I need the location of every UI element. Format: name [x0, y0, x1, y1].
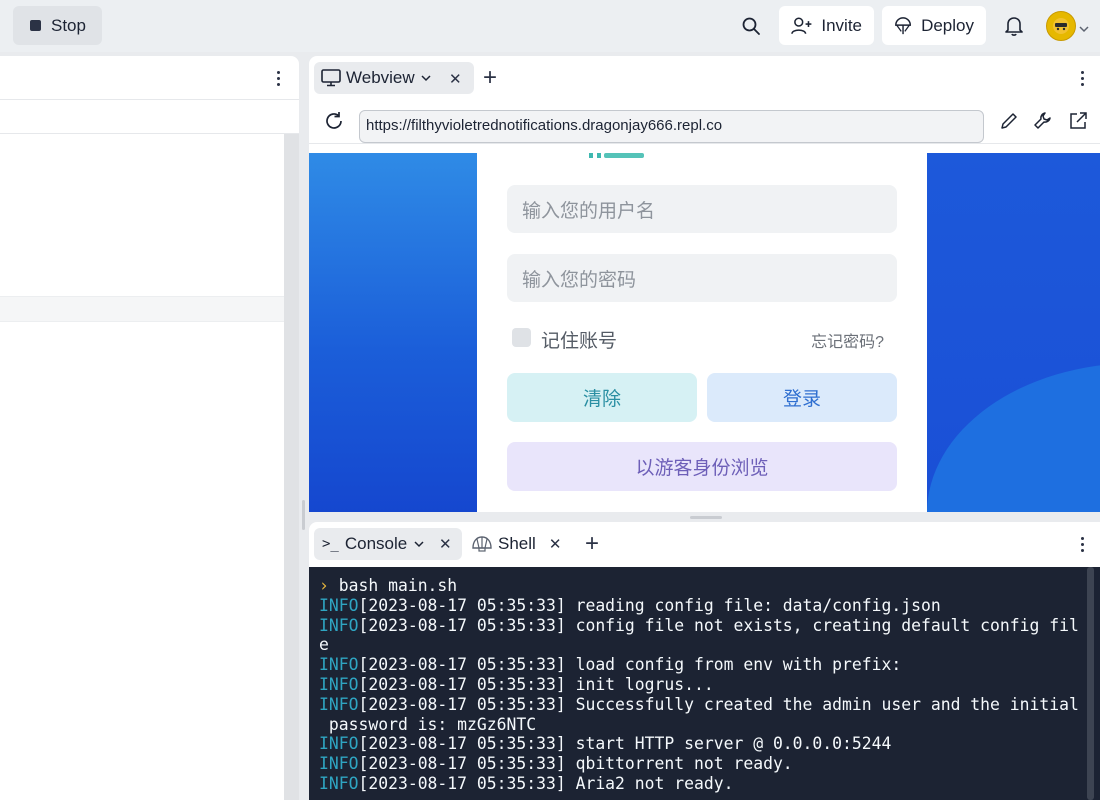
wrench-icon[interactable]	[1033, 111, 1053, 131]
tab-shell-label: Shell	[498, 534, 536, 553]
left-panel	[0, 56, 299, 800]
log-line: INFO[2023-08-17 05:35:33] reading config…	[319, 595, 941, 615]
webview-site: 输入您的用户名 输入您的密码 记住账号 忘记密码? 清除 登录 以游客身份浏览	[309, 153, 1100, 512]
console-pane: >_ Console ✕ Shell ✕ + › bash main.sh IN…	[309, 522, 1100, 800]
guest-browse-button[interactable]: 以游客身份浏览	[507, 442, 897, 491]
terminal-scrollbar[interactable]	[1087, 567, 1094, 800]
remember-checkbox[interactable]	[512, 328, 531, 347]
command-line: bash main.sh	[338, 576, 458, 595]
prompt-arrow-icon: ›	[319, 576, 329, 595]
shell-icon	[472, 536, 492, 552]
log-line: INFO[2023-08-17 05:35:33] Successfully c…	[319, 694, 1079, 734]
deploy-label: Deploy	[921, 15, 974, 35]
add-tab-icon[interactable]: +	[585, 532, 599, 556]
more-options-icon[interactable]	[1081, 71, 1085, 87]
external-link-icon[interactable]	[1068, 111, 1088, 131]
close-icon[interactable]: ✕	[449, 70, 462, 88]
chevron-down-icon	[414, 541, 424, 548]
close-icon[interactable]: ✕	[549, 535, 562, 553]
logo-fragment	[589, 153, 644, 158]
horizontal-resize-handle[interactable]	[690, 516, 722, 519]
tab-console[interactable]: >_ Console ✕	[314, 528, 462, 560]
stop-label: Stop	[51, 15, 86, 35]
deploy-icon	[895, 16, 911, 34]
close-icon[interactable]: ✕	[439, 535, 452, 553]
tab-shell[interactable]: Shell ✕	[472, 528, 561, 560]
invite-button[interactable]: Invite	[779, 6, 874, 45]
webview-pane: Webview ✕ + https://filthyvioletrednotif…	[309, 56, 1100, 512]
selected-row[interactable]	[0, 296, 284, 322]
bell-icon[interactable]	[1001, 13, 1027, 39]
log-line: INFO[2023-08-17 05:35:33] Aria2 not read…	[319, 773, 734, 793]
stop-icon	[30, 20, 41, 31]
url-input[interactable]: https://filthyvioletrednotifications.dra…	[359, 110, 984, 143]
tab-webview-label: Webview	[346, 68, 415, 87]
search-icon[interactable]	[738, 13, 764, 39]
log-line: INFO[2023-08-17 05:35:33] start HTTP ser…	[319, 734, 892, 754]
left-panel-header	[0, 56, 299, 100]
terminal-cursor: ▯	[319, 794, 329, 800]
login-button[interactable]: 登录	[707, 373, 897, 422]
chevron-down-icon[interactable]	[1079, 20, 1089, 38]
pencil-icon[interactable]	[999, 111, 1019, 131]
log-line: INFO[2023-08-17 05:35:33] qbittorrent no…	[319, 754, 793, 774]
monitor-icon	[321, 69, 341, 87]
top-bar: Stop Invite Deploy	[0, 0, 1100, 52]
tab-console-label: Console	[344, 534, 408, 553]
invite-label: Invite	[821, 15, 862, 35]
log-line: INFO[2023-08-17 05:35:33] load config fr…	[319, 655, 902, 675]
terminal-prompt-icon: >_	[322, 536, 339, 552]
username-input[interactable]: 输入您的用户名	[507, 185, 897, 233]
log-line: INFO[2023-08-17 05:35:33] config file no…	[319, 615, 1079, 655]
clear-button[interactable]: 清除	[507, 373, 697, 422]
webview-tab-row: Webview ✕ +	[309, 56, 1100, 100]
left-scrollbar[interactable]	[284, 134, 299, 800]
password-input[interactable]: 输入您的密码	[507, 254, 897, 302]
left-panel-subheader	[0, 100, 299, 134]
chevron-down-icon	[421, 75, 431, 82]
log-line: INFO[2023-08-17 05:35:33] init logrus...	[319, 674, 714, 694]
terminal-output[interactable]: › bash main.sh INFO[2023-08-17 05:35:33]…	[309, 567, 1100, 800]
avatar[interactable]	[1046, 11, 1076, 41]
stop-button[interactable]: Stop	[13, 6, 102, 45]
tab-webview[interactable]: Webview ✕	[314, 62, 474, 94]
add-tab-icon[interactable]: +	[483, 66, 497, 90]
login-form: 输入您的用户名 输入您的密码 记住账号 忘记密码? 清除 登录 以游客身份浏览	[477, 153, 927, 512]
refresh-icon[interactable]	[324, 111, 344, 131]
vertical-resize-handle[interactable]	[302, 500, 305, 530]
add-user-icon	[791, 16, 812, 34]
more-options-icon[interactable]	[277, 71, 281, 87]
more-options-icon[interactable]	[1081, 537, 1085, 553]
forgot-password-link[interactable]: 忘记密码?	[811, 328, 884, 352]
remember-label: 记住账号	[541, 331, 618, 352]
deploy-button[interactable]: Deploy	[882, 6, 986, 45]
